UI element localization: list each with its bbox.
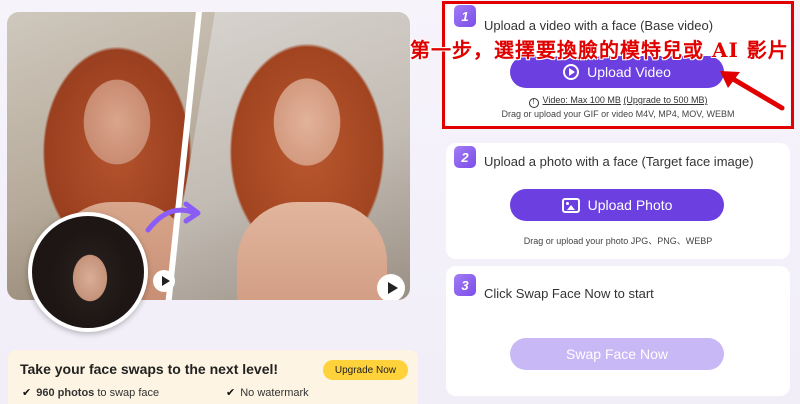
play-icon (387, 282, 398, 294)
upload-photo-button[interactable]: Upload Photo (510, 189, 724, 221)
feature-watermark-label: No watermark (240, 387, 309, 399)
step-2-title: Upload a photo with a face (Target face … (484, 154, 754, 169)
step-2-badge: 2 (454, 146, 476, 168)
check-icon: ✔ (22, 387, 32, 399)
target-face-thumbnail (28, 212, 148, 332)
step-3-card: 3 Click Swap Face Now to start Swap Face… (446, 266, 790, 396)
feature-photos-label: to swap face (97, 387, 160, 399)
upload-video-label: Upload Video (587, 64, 671, 80)
annotation-text: 第一步，選擇要換臉的模特兒或 AI 影片 (410, 38, 789, 62)
feature-photos: ✔ 960 photos to swap face (22, 386, 159, 399)
upgrade-banner: Take your face swaps to the next level! … (8, 350, 418, 404)
swap-face-now-button[interactable]: Swap Face Now (510, 338, 724, 370)
image-icon (561, 197, 580, 213)
play-icon (161, 276, 170, 286)
play-circle-icon (563, 64, 580, 80)
upload-photo-label: Upload Photo (587, 197, 673, 213)
step-3-badge: 3 (454, 274, 476, 296)
step-3-title: Click Swap Face Now to start (484, 286, 654, 301)
feature-photos-count: 960 photos (36, 387, 95, 399)
play-original-button[interactable] (153, 270, 175, 292)
swap-arrow-icon (145, 201, 201, 233)
check-icon: ✔ (226, 387, 236, 399)
feature-watermark: ✔ No watermark (226, 386, 309, 399)
play-result-button[interactable] (377, 274, 405, 300)
step-1-title: Upload a video with a face (Base video) (484, 18, 714, 33)
info-icon: ! (528, 98, 539, 108)
upgrade-500mb-link[interactable]: (Upgrade to 500 MB) (623, 95, 707, 105)
photo-format-hint: Drag or upload your photo JPG、PNG、WEBP (523, 236, 713, 246)
upgrade-now-button[interactable]: Upgrade Now (322, 360, 408, 380)
step-1-badge: 1 (454, 5, 476, 27)
video-limit-text: Video: Max 100 MB (542, 95, 621, 105)
annotation-arrow-icon (720, 71, 785, 111)
step-2-card: 2 Upload a photo with a face (Target fac… (446, 143, 790, 259)
